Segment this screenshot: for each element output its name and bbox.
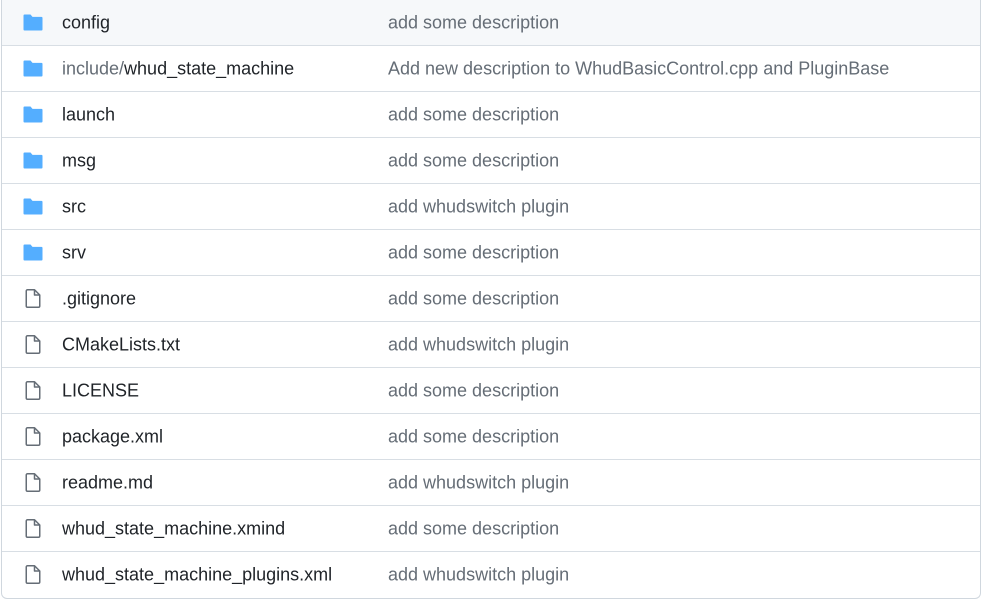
commit-message-link[interactable]: add some description xyxy=(388,288,559,309)
file-icon xyxy=(22,473,44,493)
file-row[interactable]: config add some description xyxy=(2,0,980,45)
file-icon xyxy=(22,427,44,447)
folder-icon xyxy=(22,197,44,217)
folder-icon xyxy=(22,243,44,263)
folder-icon xyxy=(22,13,44,33)
commit-message-link[interactable]: add some description xyxy=(388,380,559,401)
file-name: whud_state_machine xyxy=(124,58,295,78)
folder-icon xyxy=(22,59,44,79)
file-name-link[interactable]: CMakeLists.txt xyxy=(62,334,180,355)
file-name-link[interactable]: whud_state_machine_plugins.xml xyxy=(62,564,332,585)
file-row[interactable]: launch add some description xyxy=(2,91,980,137)
file-name-link[interactable]: readme.md xyxy=(62,472,153,493)
file-name-link[interactable]: srv xyxy=(62,242,86,263)
file-row[interactable]: readme.md add whudswitch plugin xyxy=(2,459,980,505)
file-row[interactable]: CMakeLists.txt add whudswitch plugin xyxy=(2,321,980,367)
file-row[interactable]: include/whud_state_machine Add new descr… xyxy=(2,45,980,91)
commit-message-link[interactable]: add whudswitch plugin xyxy=(388,334,569,355)
commit-message-link[interactable]: add some description xyxy=(388,518,559,539)
folder-icon xyxy=(22,105,44,125)
file-name-link[interactable]: config xyxy=(62,12,110,33)
file-row[interactable]: whud_state_machine.xmind add some descri… xyxy=(2,505,980,551)
file-name-link[interactable]: src xyxy=(62,196,86,217)
file-name-link[interactable]: msg xyxy=(62,150,96,171)
file-name: .gitignore xyxy=(62,288,137,308)
path-prefix: include/ xyxy=(62,58,125,78)
file-row[interactable]: srv add some description xyxy=(2,229,980,275)
file-name: whud_state_machine_plugins.xml xyxy=(62,564,333,584)
file-name: LICENSE xyxy=(62,380,140,400)
file-name-link[interactable]: include/whud_state_machine xyxy=(62,58,294,79)
commit-message-link[interactable]: Add new description to WhudBasicControl.… xyxy=(388,58,889,79)
file-row[interactable]: src add whudswitch plugin xyxy=(2,183,980,229)
file-name: launch xyxy=(62,104,116,124)
file-name: srv xyxy=(62,242,86,262)
commit-message-link[interactable]: add whudswitch plugin xyxy=(388,472,569,493)
file-icon xyxy=(22,565,44,585)
file-name-link[interactable]: package.xml xyxy=(62,426,163,447)
commit-message-link[interactable]: add whudswitch plugin xyxy=(388,564,569,585)
file-name: config xyxy=(62,12,111,32)
file-name-link[interactable]: LICENSE xyxy=(62,380,139,401)
commit-message-link[interactable]: add whudswitch plugin xyxy=(388,196,569,217)
commit-message-link[interactable]: add some description xyxy=(388,104,559,125)
file-name: whud_state_machine.xmind xyxy=(62,518,286,538)
file-icon xyxy=(22,289,44,309)
file-row[interactable]: package.xml add some description xyxy=(2,413,980,459)
file-icon xyxy=(22,381,44,401)
commit-message-link[interactable]: add some description xyxy=(388,242,559,263)
file-name: package.xml xyxy=(62,426,164,446)
file-name: src xyxy=(62,196,86,216)
file-icon xyxy=(22,519,44,539)
file-name: readme.md xyxy=(62,472,154,492)
file-list: config add some description include/whud… xyxy=(1,0,981,599)
folder-icon xyxy=(22,151,44,171)
file-row[interactable]: msg add some description xyxy=(2,137,980,183)
file-name: msg xyxy=(62,150,97,170)
file-icon xyxy=(22,335,44,355)
file-name-link[interactable]: whud_state_machine.xmind xyxy=(62,518,285,539)
file-row[interactable]: whud_state_machine_plugins.xml add whuds… xyxy=(2,551,980,597)
file-row[interactable]: .gitignore add some description xyxy=(2,275,980,321)
file-name: CMakeLists.txt xyxy=(62,334,181,354)
commit-message-link[interactable]: add some description xyxy=(388,426,559,447)
commit-message-link[interactable]: add some description xyxy=(388,12,559,33)
file-name-link[interactable]: .gitignore xyxy=(62,288,136,309)
commit-message-link[interactable]: add some description xyxy=(388,150,559,171)
file-name-link[interactable]: launch xyxy=(62,104,115,125)
file-row[interactable]: LICENSE add some description xyxy=(2,367,980,413)
